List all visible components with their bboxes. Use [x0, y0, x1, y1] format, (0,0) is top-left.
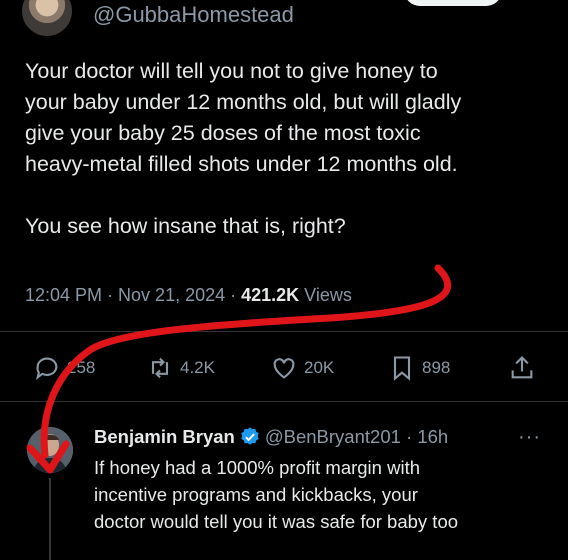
tweet-text: Your doctor will tell you not to give ho…: [25, 59, 462, 238]
reply-text: If honey had a 1000% profit margin with …: [94, 457, 459, 532]
like-button[interactable]: 20K: [270, 354, 334, 382]
reply-icon: [35, 357, 58, 380]
tweet-timestamp[interactable]: 12:04 PM · Nov 21, 2024 ·: [25, 285, 241, 305]
reply-button[interactable]: 258: [33, 354, 95, 382]
repost-count: 4.2K: [180, 358, 215, 377]
follow-button[interactable]: [404, 0, 502, 6]
like-icon: [273, 358, 295, 379]
bookmark-icon: [393, 356, 411, 381]
author-handle[interactable]: @GubbaHomestead: [93, 2, 294, 28]
thread-line: [49, 478, 51, 560]
verified-badge-icon: [241, 427, 259, 445]
views-label: Views: [299, 285, 352, 305]
share-button[interactable]: [508, 354, 536, 382]
bookmark-count: 898: [422, 358, 451, 377]
repost-icon: [151, 357, 169, 379]
reply-author-avatar[interactable]: [27, 427, 73, 473]
like-count: 20K: [304, 358, 335, 377]
bookmark-button[interactable]: 898: [388, 354, 450, 382]
divider: [0, 331, 568, 332]
reply-author-name[interactable]: Benjamin Bryan: [94, 426, 235, 448]
reply-count: 258: [67, 358, 96, 377]
repost-button[interactable]: 4.2K: [146, 354, 215, 382]
views-count: 421.2K: [241, 285, 300, 305]
reply-header: Benjamin Bryan @BenBryant201 · 16h: [94, 426, 448, 448]
author-avatar[interactable]: [22, 0, 72, 36]
more-icon[interactable]: ···: [518, 426, 541, 449]
share-icon: [511, 356, 533, 379]
reply-handle-time[interactable]: @BenBryant201 · 16h: [265, 426, 448, 448]
tweet-meta: 12:04 PM · Nov 21, 2024 · 421.2K Views: [25, 285, 352, 306]
divider: [0, 401, 568, 402]
